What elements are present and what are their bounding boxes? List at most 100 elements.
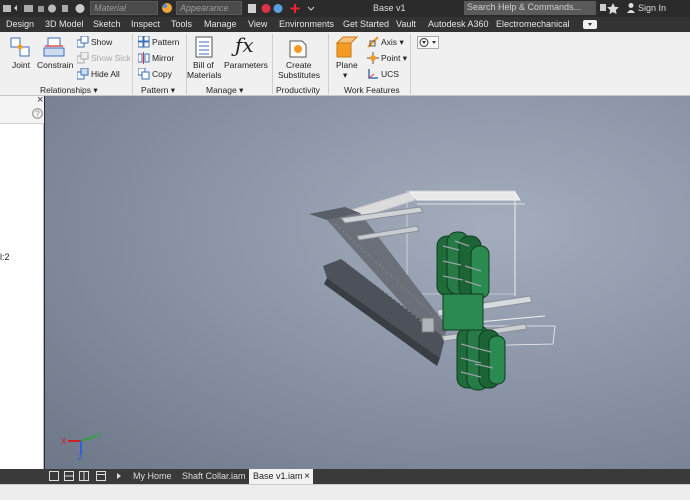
copy-button[interactable]: Copy [152, 69, 172, 79]
tab-my-home[interactable]: My Home [129, 469, 176, 484]
manage-panel-title[interactable]: Manage ▾ [206, 85, 243, 96]
productivity-panel-title[interactable]: Productivity [276, 85, 320, 95]
copy-icon [138, 68, 150, 80]
tab-base-v1[interactable]: Base v1.iam × [249, 469, 313, 484]
tab-3d-model[interactable]: 3D Model [45, 19, 84, 29]
chevron-down-icon: ▾ [239, 85, 244, 95]
show-icon [77, 36, 89, 48]
ribbon-tab-bar: Design 3D Model Sketch Inspect Tools Man… [0, 17, 690, 32]
header-icons[interactable] [598, 3, 624, 14]
tab-sketch[interactable]: Sketch [93, 19, 121, 29]
pattern-button[interactable]: Pattern [152, 37, 179, 47]
joint-icon [10, 37, 30, 57]
divider [132, 34, 133, 94]
close-icon[interactable]: × [37, 94, 43, 106]
create-substitutes-icon [289, 40, 307, 58]
mirror-icon [138, 52, 150, 64]
show-sick-button[interactable]: Show Sick [91, 53, 131, 63]
panel-toggle-icon[interactable] [583, 20, 603, 29]
point-icon [367, 52, 379, 64]
bill-of-materials-icon [195, 36, 213, 58]
ucs-icon [368, 69, 378, 79]
tab-vault[interactable]: Vault [396, 19, 416, 29]
tab-view[interactable]: View [248, 19, 267, 29]
point-button[interactable]: Point ▾ [381, 53, 407, 64]
bottom-left-strip [0, 469, 45, 484]
plane-button[interactable]: Plane [336, 60, 358, 70]
divider [328, 34, 329, 94]
tab-base-v1-label: Base v1.iam [253, 471, 303, 481]
chassis-plate [309, 207, 448, 366]
axis-button[interactable]: Axis ▾ [381, 37, 404, 48]
divider [186, 34, 187, 94]
bom-label-line1[interactable]: Bill of [193, 60, 214, 70]
parameters-fx-icon: ƒx [235, 33, 254, 57]
chevron-down-icon[interactable]: ▾ [343, 70, 347, 81]
sign-in-link[interactable]: Sign In [638, 3, 666, 13]
divider [272, 34, 273, 94]
tab-electromechanical[interactable]: Electromechanical [496, 19, 570, 29]
material-dropdown[interactable]: Material [90, 1, 158, 15]
constrain-button[interactable]: Constrain [37, 60, 73, 70]
divider [410, 34, 411, 94]
browser-header: × ? [0, 94, 44, 124]
tab-autodesk-a360[interactable]: Autodesk A360 [428, 19, 489, 29]
tab-shaft-collar[interactable]: Shaft Collar.iam [178, 469, 250, 484]
create-label-line2[interactable]: Substitutes [278, 70, 320, 80]
help-icon[interactable]: ? [32, 108, 43, 119]
appearance-ball-icon [162, 3, 172, 13]
document-title: Base v1 [373, 3, 406, 13]
tab-get-started[interactable]: Get Started [343, 19, 389, 29]
mirror-button[interactable]: Mirror [152, 53, 174, 63]
wheel-upper [436, 231, 490, 299]
quick-access-icons[interactable] [2, 2, 88, 15]
title-bar: Material Appearance Base v1 Search Help … [0, 0, 690, 17]
show-button[interactable]: Show [91, 37, 112, 47]
hide-all-icon [77, 68, 89, 80]
browser-node-text[interactable]: l:2 [0, 252, 10, 262]
svg-text:Y: Y [97, 431, 103, 440]
hide-all-button[interactable]: Hide All [91, 69, 120, 79]
close-icon[interactable]: × [304, 469, 310, 484]
manage-panel-label: Manage [206, 85, 237, 95]
status-bar [0, 484, 690, 500]
chevron-down-icon: ▾ [170, 85, 176, 95]
axis-label: Axis [381, 37, 398, 47]
axis-triad-icon[interactable]: X Y Z [57, 424, 103, 460]
constrain-icon [43, 37, 65, 57]
window-arrange-icons[interactable] [49, 471, 129, 482]
tab-tools[interactable]: Tools [171, 19, 192, 29]
user-icon[interactable] [627, 2, 635, 14]
mecanum-wheels [436, 231, 506, 391]
chevron-down-icon: ▾ [399, 37, 404, 47]
search-help-input[interactable]: Search Help & Commands... [464, 1, 596, 15]
tab-design[interactable]: Design [6, 19, 34, 29]
relationships-panel-title[interactable]: Relationships ▾ [40, 85, 98, 96]
graphics-viewport[interactable]: X Y Z [45, 96, 690, 469]
quick-tools-icons[interactable] [248, 2, 318, 15]
appearance-dropdown[interactable]: Appearance [176, 1, 242, 15]
joint-button[interactable]: Joint [12, 60, 30, 70]
ucs-button[interactable]: UCS [381, 69, 399, 79]
tab-inspect[interactable]: Inspect [131, 19, 160, 29]
model-browser: × ? l:2 [0, 94, 44, 469]
point-label: Point [381, 53, 401, 63]
chevron-down-icon: ▾ [402, 53, 408, 63]
work-features-panel-title[interactable]: Work Features [344, 85, 400, 95]
relationships-panel-label: Relationships [40, 85, 92, 95]
pattern-icon [138, 36, 150, 48]
parameters-button[interactable]: Parameters [224, 60, 268, 70]
show-sick-icon [77, 52, 89, 64]
svg-text:Z: Z [78, 453, 83, 460]
pattern-panel-title[interactable]: Pattern ▾ [141, 85, 175, 96]
robot-chassis-assembly[interactable] [45, 96, 690, 469]
axis-icon [367, 36, 379, 48]
wheel-lower [456, 325, 506, 391]
bom-label-line2[interactable]: Materials [187, 70, 221, 80]
create-label-line1[interactable]: Create [286, 60, 312, 70]
chevron-down-icon: ▾ [93, 85, 98, 95]
tab-manage[interactable]: Manage [204, 19, 237, 29]
tab-environments[interactable]: Environments [279, 19, 334, 29]
panel-options-icon[interactable] [417, 36, 439, 49]
svg-text:X: X [61, 437, 67, 446]
